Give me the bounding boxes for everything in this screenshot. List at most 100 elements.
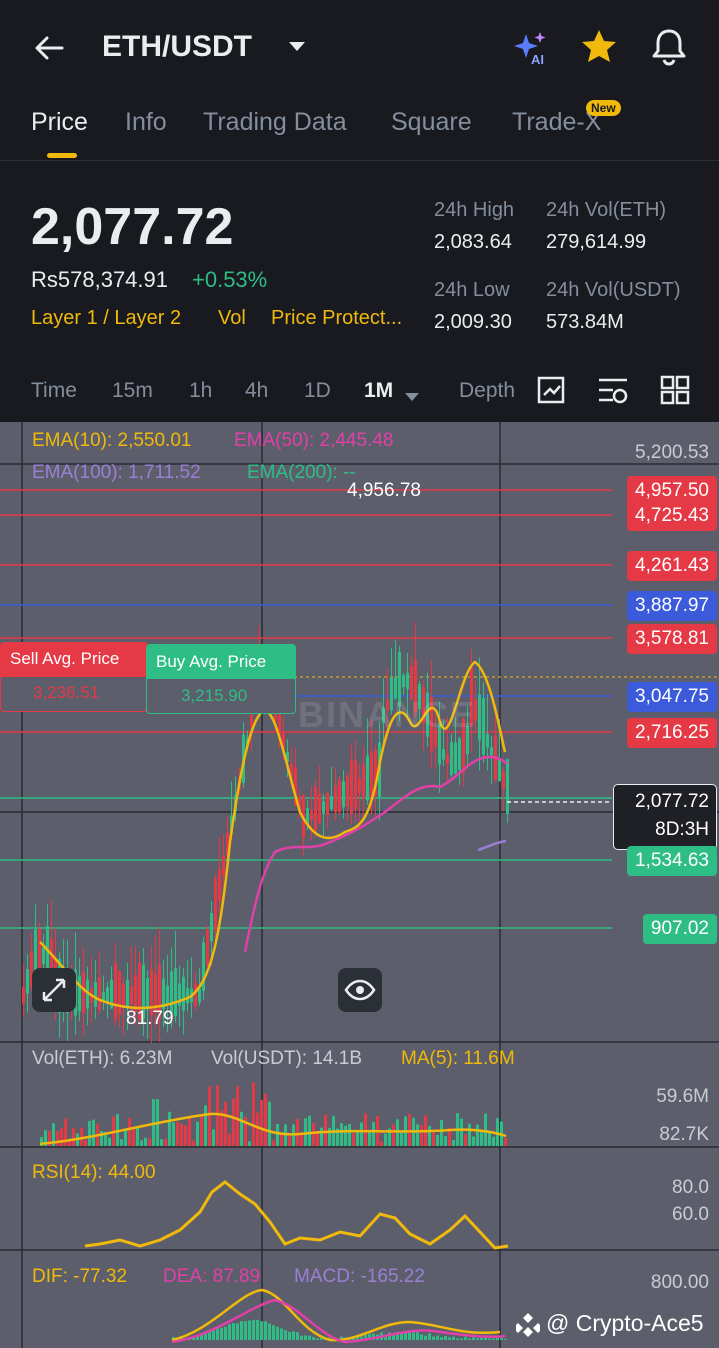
macd-histogram-bar xyxy=(452,1336,455,1340)
volume-bar xyxy=(324,1114,327,1146)
vol-ma5-indicator: MA(5): 11.6M xyxy=(401,1048,515,1069)
ai-badge-text: AI xyxy=(531,52,544,67)
tab-price[interactable]: Price xyxy=(31,108,88,137)
macd-histogram-bar xyxy=(448,1337,451,1340)
candle-body xyxy=(478,694,481,741)
candle-body xyxy=(358,778,361,794)
level-tag-907[interactable]: 907.02 xyxy=(642,914,717,944)
macd-histogram-bar xyxy=(304,1335,307,1340)
volume-bar xyxy=(440,1120,443,1146)
macd-histogram-bar xyxy=(412,1332,415,1340)
tag-layer[interactable]: Layer 1 / Layer 2 xyxy=(31,307,181,330)
candle-body xyxy=(406,672,409,690)
volume-bar xyxy=(148,1138,151,1146)
macd-histogram-bar xyxy=(284,1330,287,1340)
kline-chart[interactable]: EMA(10): 2,550.01 EMA(50): 2,445.48 EMA(… xyxy=(0,422,719,1348)
volume-bar xyxy=(260,1099,263,1146)
macd-histogram-bar xyxy=(492,1338,495,1340)
kline-canvas[interactable] xyxy=(0,422,719,1348)
level-tag-3047[interactable]: 3,047.75 xyxy=(627,682,717,712)
macd-histogram-bar xyxy=(276,1326,279,1340)
volume-bar xyxy=(492,1136,495,1146)
layout-grid-icon[interactable] xyxy=(660,375,690,410)
volume-bar xyxy=(92,1119,95,1146)
interval-1h[interactable]: 1h xyxy=(189,379,212,403)
candle-body xyxy=(182,976,185,1011)
indicator-settings-icon[interactable] xyxy=(597,375,629,410)
candle-body xyxy=(134,974,137,1012)
interval-1d[interactable]: 1D xyxy=(304,379,331,403)
volume-bar xyxy=(380,1141,383,1146)
interval-chevron-icon[interactable] xyxy=(405,389,419,407)
back-arrow-icon[interactable] xyxy=(32,30,68,66)
tag-vol[interactable]: Vol xyxy=(218,307,246,330)
author-watermark: @ Crypto-Ace5 xyxy=(546,1310,704,1336)
tab-square[interactable]: Square xyxy=(391,108,472,137)
macd-histogram-bar xyxy=(468,1338,471,1340)
level-tag-4725[interactable]: 4,725.43 xyxy=(627,501,717,531)
toggle-visibility-button[interactable] xyxy=(338,968,382,1012)
volume-bar xyxy=(168,1111,171,1146)
level-tag-2716[interactable]: 2,716.25 xyxy=(627,718,717,748)
ema100-line xyxy=(477,839,507,852)
volume-bar xyxy=(88,1120,91,1146)
tab-active-indicator xyxy=(47,153,77,158)
eye-icon xyxy=(344,979,376,1001)
pair-title[interactable]: ETH/USDT xyxy=(102,30,252,64)
volume-bar xyxy=(176,1122,179,1146)
low-marker: 81.79 xyxy=(126,1008,174,1029)
volume-bar xyxy=(328,1127,331,1146)
tag-price-protect[interactable]: Price Protect... xyxy=(271,307,402,330)
volume-bar xyxy=(400,1130,403,1146)
macd-histogram-bar xyxy=(472,1337,475,1340)
interval-time[interactable]: Time xyxy=(31,379,77,403)
interval-depth[interactable]: Depth xyxy=(459,379,515,403)
macd-histogram-bar xyxy=(280,1328,283,1340)
low-label: 24h Low xyxy=(434,279,510,301)
volume-bar xyxy=(444,1136,447,1146)
tab-info[interactable]: Info xyxy=(125,108,167,137)
volume-bar xyxy=(368,1130,371,1146)
candle-body xyxy=(322,801,325,814)
candle-body xyxy=(82,972,85,1014)
volume-bar xyxy=(136,1127,139,1146)
expand-chart-button[interactable] xyxy=(32,968,76,1012)
volume-bar xyxy=(188,1117,191,1146)
volume-bar xyxy=(344,1125,347,1146)
level-tag-1534[interactable]: 1,534.63 xyxy=(627,846,717,876)
candle-body xyxy=(402,675,405,687)
candle-body xyxy=(174,968,177,1017)
candle-body xyxy=(250,714,253,727)
rsi-axis-80: 80.0 xyxy=(672,1177,709,1198)
volume-bar xyxy=(208,1086,211,1146)
bell-icon[interactable] xyxy=(650,27,688,72)
level-tag-3578[interactable]: 3,578.81 xyxy=(627,624,717,654)
macd-histogram-bar xyxy=(248,1320,251,1340)
macd-histogram-bar xyxy=(504,1339,507,1340)
interval-15m[interactable]: 15m xyxy=(112,379,153,403)
ema100-label: EMA(100): 1,711.52 xyxy=(32,462,201,483)
candle-body xyxy=(210,913,213,942)
macd-histogram-bar xyxy=(228,1324,231,1340)
volume-bar xyxy=(128,1118,131,1146)
chevron-down-icon[interactable] xyxy=(288,40,306,58)
macd-histogram-bar xyxy=(308,1335,311,1340)
volume-bar xyxy=(276,1123,279,1146)
volume-bar xyxy=(464,1134,467,1146)
favorite-star-icon[interactable] xyxy=(580,28,618,71)
low-value: 2,009.30 xyxy=(434,311,512,333)
volume-bar xyxy=(56,1130,59,1146)
chart-settings-icon[interactable] xyxy=(536,375,566,410)
ema50-label: EMA(50): 2,445.48 xyxy=(234,430,394,451)
interval-4h[interactable]: 4h xyxy=(245,379,268,403)
volume-bar xyxy=(316,1133,319,1146)
level-tag-4261[interactable]: 4,261.43 xyxy=(627,551,717,581)
volume-bar xyxy=(84,1140,87,1146)
level-tag-3887[interactable]: 3,887.97 xyxy=(627,591,717,621)
interval-1m[interactable]: 1M xyxy=(364,379,393,403)
macd-histogram-bar xyxy=(300,1335,303,1340)
volume-bar xyxy=(436,1134,439,1146)
candle-body xyxy=(166,985,169,1005)
tab-trading-data[interactable]: Trading Data xyxy=(203,108,347,137)
ema200-label: EMA(200): -- xyxy=(247,462,356,483)
